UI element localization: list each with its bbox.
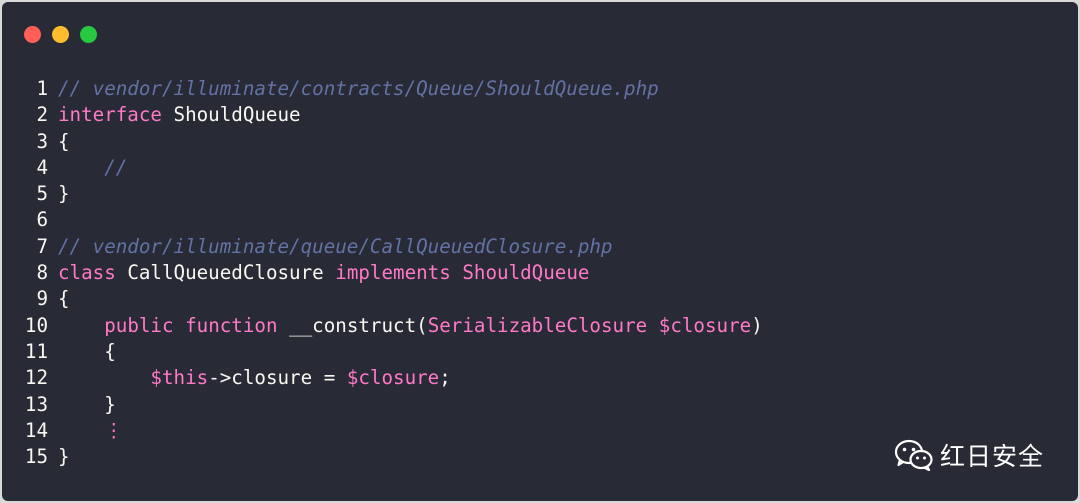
code-token-plain: ->closure = <box>208 366 347 390</box>
code-line: 8 class CallQueuedClosure implements Shou… <box>2 260 1078 286</box>
line-number: 4 <box>36 155 48 179</box>
line-number: 14 <box>24 418 48 442</box>
line-content: { <box>58 286 70 312</box>
code-token-keyword: implements <box>335 261 451 285</box>
line-content: } <box>58 392 116 418</box>
code-token-plain: ) <box>751 313 763 337</box>
wechat-icon <box>894 439 933 471</box>
line-number: 10 <box>24 313 48 337</box>
code-token-keyword: interface <box>58 103 162 127</box>
code-token-plain: } <box>58 392 116 416</box>
line-content: // <box>58 155 127 181</box>
line-content: $this->closure = $closure; <box>58 365 451 391</box>
line-content: public function __construct(Serializable… <box>58 313 763 339</box>
code-token-plain: CallQueuedClosure <box>115 261 336 285</box>
line-number: 3 <box>36 129 48 153</box>
line-number: 15 <box>24 445 48 469</box>
traffic-lights <box>24 26 97 43</box>
code-token-keyword: ShouldQueue <box>462 261 590 285</box>
code-token-keyword: $this <box>150 366 209 390</box>
code-line: 9{ <box>2 286 1078 312</box>
line-content: ⋮ <box>58 418 123 444</box>
line-number: 8 <box>36 261 48 285</box>
code-token-comment: // vendor/illuminate/queue/CallQueuedClo… <box>58 234 613 258</box>
minimize-button[interactable] <box>52 26 69 43</box>
code-line: 12 $this->closure = $closure; <box>2 365 1078 391</box>
code-token-plain: } <box>58 182 70 206</box>
code-token-keyword: $closure <box>346 366 440 390</box>
line-content: // vendor/illuminate/contracts/Queue/Sho… <box>58 76 659 102</box>
code-line: 11 { <box>2 339 1078 365</box>
code-line: 4 // <box>2 155 1078 181</box>
code-token-plain: ; <box>439 366 451 390</box>
line-number: 12 <box>24 366 48 390</box>
code-line: 5} <box>2 181 1078 207</box>
code-line: 3{ <box>2 129 1078 155</box>
code-window: 1 // vendor/illuminate/contracts/Queue/Sh… <box>2 2 1078 501</box>
code-token-comment: // vendor/illuminate/contracts/Queue/Sho… <box>58 77 659 100</box>
line-number: 1 <box>36 77 48 100</box>
code-line: 2 interface ShouldQueue <box>2 102 1078 128</box>
code-token-keyword: SerializableClosure <box>427 313 648 337</box>
code-line: 1 // vendor/illuminate/contracts/Queue/Sh… <box>2 76 1078 102</box>
code-token-keyword: function <box>185 313 278 337</box>
line-content: interface ShouldQueue <box>58 102 301 128</box>
line-content: // vendor/illuminate/queue/CallQueuedClo… <box>58 234 613 260</box>
line-number: 9 <box>36 287 48 311</box>
line-number: 13 <box>24 392 48 416</box>
code-block: 1 // vendor/illuminate/contracts/Queue/Sh… <box>2 76 1078 470</box>
watermark: 红日安全 <box>894 437 1044 473</box>
line-content: { <box>58 129 70 155</box>
code-token-plain: __construct( <box>277 313 428 337</box>
code-line: 7 // vendor/illuminate/queue/CallQueuedCl… <box>2 234 1078 260</box>
line-number: 11 <box>24 339 48 363</box>
code-token-keyword: $closure <box>658 313 752 337</box>
maximize-button[interactable] <box>80 26 97 43</box>
line-content: { <box>58 339 116 365</box>
line-number: 6 <box>36 208 48 232</box>
close-button[interactable] <box>24 26 41 43</box>
code-token-keyword: public <box>104 313 174 337</box>
code-token-plain: { <box>58 287 70 311</box>
line-content: } <box>58 444 70 470</box>
code-line: 10 public function __construct(Serializa… <box>2 313 1078 339</box>
code-token-plain: { <box>58 339 116 363</box>
code-token-plain: } <box>58 445 70 469</box>
code-token-plain: ShouldQueue <box>161 103 301 127</box>
line-number: 7 <box>36 234 48 258</box>
code-token-keyword: class <box>58 261 116 285</box>
code-token-comment: // <box>104 155 128 179</box>
line-number: 5 <box>36 182 48 206</box>
code-line: 13 } <box>2 392 1078 418</box>
code-token-ellipsis: ⋮ <box>104 418 124 442</box>
line-content: } <box>58 181 70 207</box>
watermark-text: 红日安全 <box>939 442 1044 471</box>
line-content: class CallQueuedClosure implements Shoul… <box>58 260 589 286</box>
line-number: 2 <box>36 103 48 127</box>
code-line: 6 <box>2 207 1078 233</box>
code-token-plain: { <box>58 129 70 153</box>
